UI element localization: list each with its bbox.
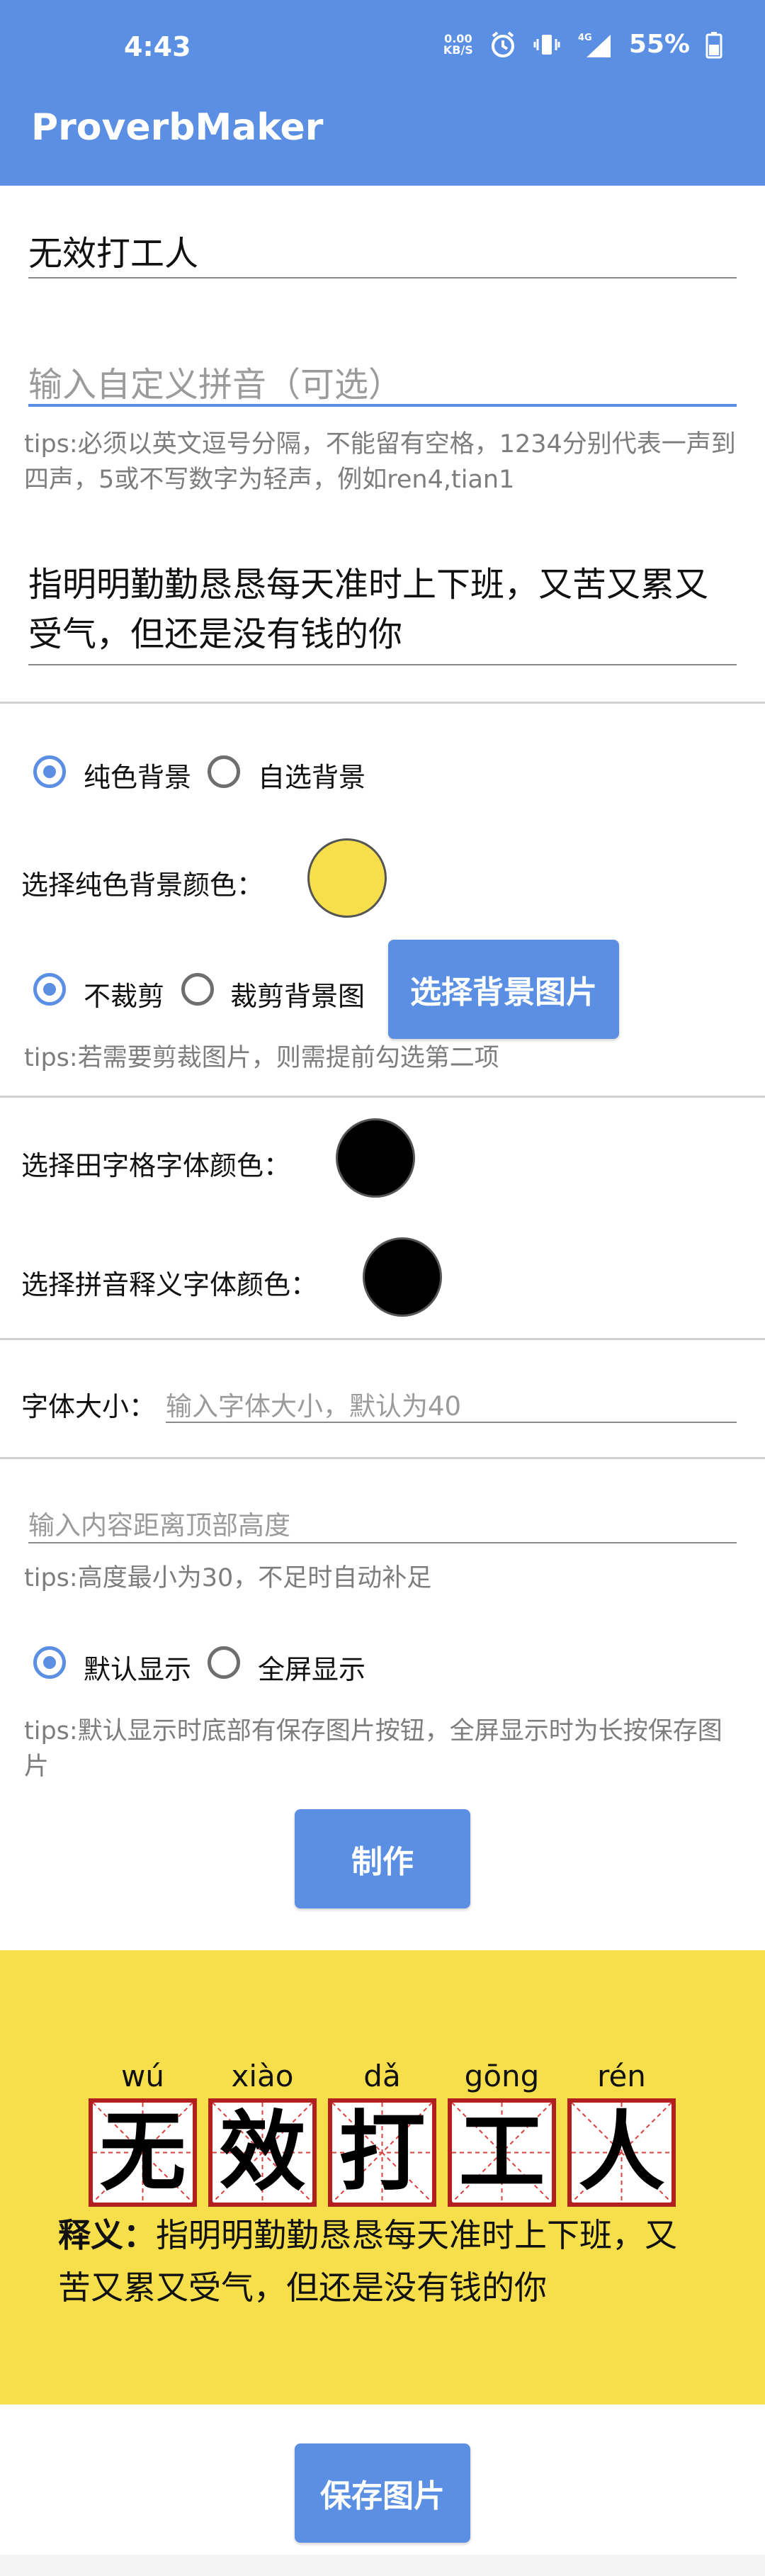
tianzige-box: 工 [448,2098,556,2207]
crop-tips: tips:若需要剪裁图片，则需提前勾选第二项 [24,1044,499,1072]
hanzi-char: 无 [99,2102,186,2203]
signal-icon: 4G [578,33,611,57]
radio-crop-label: 裁剪背景图 [230,981,366,1012]
char-cell: rén 人 [567,2054,676,2207]
pinyin-text: rén [597,2059,646,2093]
pinyin-tips: tips:必须以英文逗号分隔，不能留有空格，1234分别代表一声到四声，5或不写… [24,430,736,494]
battery-percent: 55% [628,30,690,59]
title-input-underline [28,277,737,279]
font-size-label: 字体大小： [21,1391,157,1422]
radio-fullscreen-display[interactable] [208,1646,240,1679]
radio-solid-label: 纯色背景 [84,762,192,793]
radio-no-crop-label: 不裁剪 [84,981,165,1012]
radio-crop[interactable] [181,973,214,1006]
tianzige-box: 效 [208,2098,317,2207]
top-height-input[interactable]: 输入内容距离顶部高度 [28,1504,290,1542]
tianzige-box: 无 [89,2098,197,2207]
hanzi-char: 打 [339,2102,426,2203]
save-image-button[interactable]: 保存图片 [295,2443,470,2543]
status-time: 4:43 [124,31,191,62]
net-speed: 0.00 KB/S [443,31,473,57]
radio-no-crop[interactable] [33,973,66,1006]
divider [0,1338,765,1340]
pinyin-input-underline [28,404,737,407]
meaning-label: 释义： [58,2216,156,2254]
svg-text:4G: 4G [578,33,592,43]
hanzi-char: 人 [578,2102,665,2203]
proverb-preview: wú 无 xiào 效 dǎ 打 gōng 工 rén 人 释义：指明明勤勤恳恳… [0,1950,765,2405]
alarm-icon [491,30,514,57]
make-button[interactable]: 制作 [295,1809,470,1908]
radio-custom-label: 自选背景 [258,762,366,793]
pinyin-text: wú [121,2059,164,2093]
app-title: ProverbMaker [31,106,324,149]
vibrate-icon [533,34,560,55]
char-cell: xiào 效 [208,2054,317,2207]
pinyin-text: xiào [231,2059,294,2093]
radio-custom-background[interactable] [208,755,240,788]
pinyin-input[interactable]: 输入自定义拼音（可选） [28,356,402,406]
top-height-underline [28,1542,737,1543]
radio-fullscreen-display-label: 全屏显示 [258,1654,366,1685]
solid-color-swatch[interactable] [307,838,387,918]
hanzi-char: 效 [219,2102,306,2203]
choose-image-button[interactable]: 选择背景图片 [388,940,619,1039]
title-input[interactable]: 无效打工人 [28,225,198,275]
pinyin-color-swatch[interactable] [363,1237,442,1317]
battery-icon [706,31,722,58]
pinyin-text: gōng [464,2059,540,2093]
app-header: 4:43 0.00 KB/S 4G 55% ProverbMaker [0,0,765,186]
top-height-tips: tips:高度最小为30，不足时自动补足 [24,1564,432,1592]
tianzige-box: 人 [567,2098,676,2207]
divider [0,1457,765,1459]
tianzige-box: 打 [328,2098,436,2207]
hanzi-char: 工 [458,2102,545,2203]
display-tips: tips:默认显示时底部有保存图片按钮，全屏显示时为长按保存图片 [24,1717,722,1781]
font-size-underline [166,1422,737,1423]
character-grid: wú 无 xiào 效 dǎ 打 gōng 工 rén 人 [89,2054,676,2207]
pinyin-color-label: 选择拼音释义字体颜色： [21,1269,318,1300]
status-icons: 0.00 KB/S 4G 55% [443,30,722,59]
char-cell: dǎ 打 [328,2054,436,2207]
pinyin-text: dǎ [363,2059,401,2093]
bottom-edge [0,2555,765,2576]
char-cell: gōng 工 [448,2054,556,2207]
meaning-input-underline [28,664,737,665]
solid-color-label: 选择纯色背景颜色： [21,870,264,901]
radio-default-display[interactable] [33,1646,66,1679]
divider [0,1096,765,1098]
divider [0,702,765,704]
radio-default-display-label: 默认显示 [84,1654,192,1685]
grid-color-swatch[interactable] [336,1118,415,1198]
preview-meaning: 释义：指明明勤勤恳恳每天准时上下班，又苦又累又受气，但还是没有钱的你 [58,2209,696,2314]
meaning-input[interactable]: 指明明勤勤恳恳每天准时上下班，又苦又累又受气，但还是没有钱的你 [28,560,737,659]
font-size-input[interactable]: 输入字体大小，默认为40 [166,1385,461,1423]
char-cell: wú 无 [89,2054,197,2207]
grid-color-label: 选择田字格字体颜色： [21,1150,291,1181]
radio-solid-background[interactable] [33,755,66,788]
